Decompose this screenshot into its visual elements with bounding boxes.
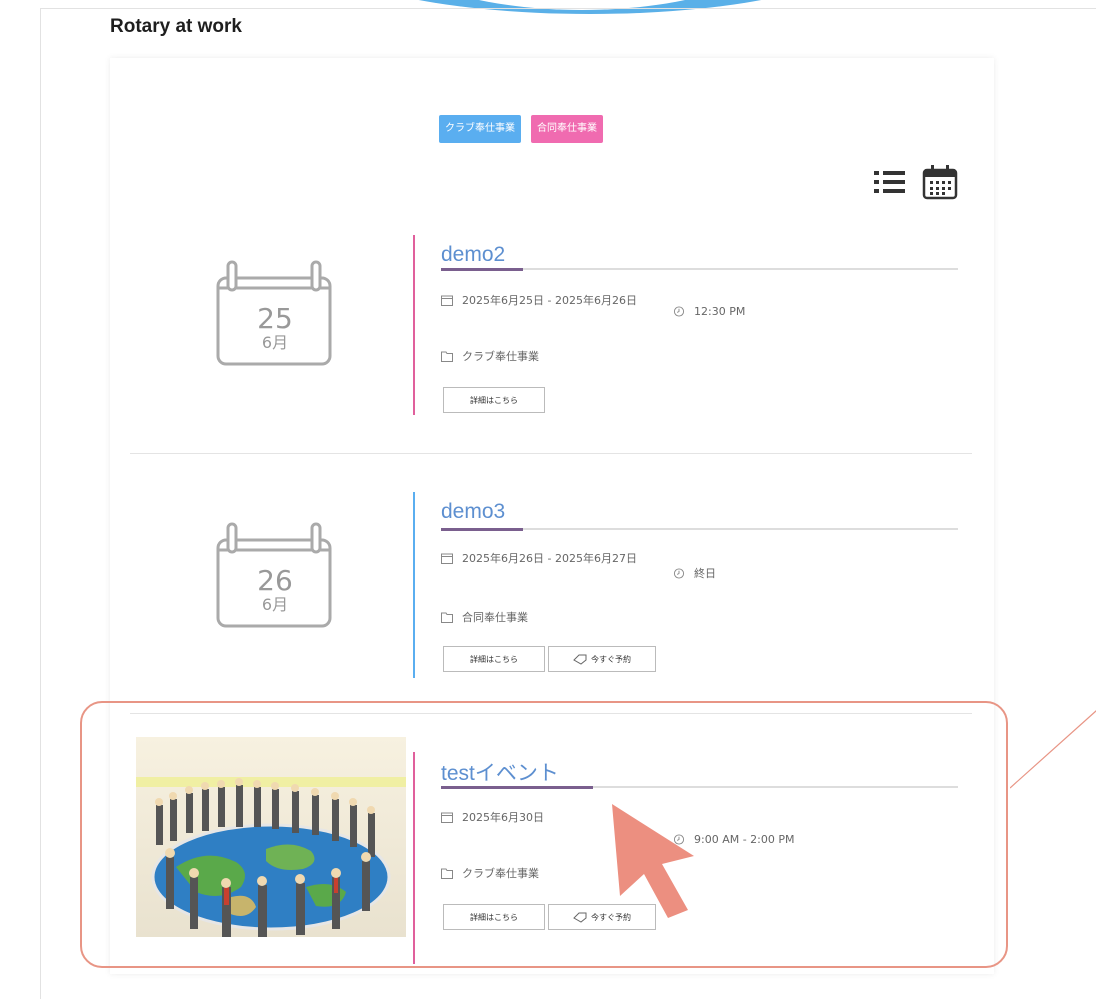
category-filters: クラブ奉仕事業 合同奉仕事業 (439, 115, 603, 143)
highlight-outline (80, 701, 1008, 968)
view-toggle (872, 164, 958, 200)
event-2-details-button[interactable]: 詳細はこちら (443, 646, 545, 672)
event-2-time: 終日 (673, 565, 716, 581)
filter-joint-service[interactable]: 合同奉仕事業 (531, 115, 603, 143)
event-1-month: 6月 (262, 333, 288, 352)
folder-icon (441, 612, 453, 623)
date-icon-event-2: 26 6月 (216, 522, 332, 628)
event-1-category: クラブ奉仕事業 (441, 348, 539, 364)
event-2-reserve-button[interactable]: 今すぐ予約 (548, 646, 656, 672)
filter-club-service[interactable]: クラブ奉仕事業 (439, 115, 521, 143)
calendar-view-icon[interactable] (922, 164, 958, 200)
clock-icon (673, 567, 685, 579)
event-2-day: 26 (257, 564, 293, 597)
event-2-accent-bar (413, 492, 415, 678)
event-1-details-button[interactable]: 詳細はこちら (443, 387, 545, 413)
section-title: Rotary at work (110, 16, 242, 37)
list-view-icon[interactable] (872, 167, 908, 197)
ticket-icon (573, 654, 587, 665)
event-2-category: 合同奉仕事業 (441, 609, 528, 625)
event-2: demo3 2025年6月26日 - 2025年6月27日 終日 合同奉仕事業 … (413, 492, 958, 678)
event-1-date: 2025年6月25日 - 2025年6月26日 (441, 292, 637, 308)
event-1-title[interactable]: demo2 (441, 243, 505, 267)
event-1-day: 25 (257, 302, 293, 335)
clock-icon (673, 306, 685, 317)
event-1-time: 12:30 PM (673, 305, 745, 318)
callout-line (1010, 710, 1096, 789)
folder-icon (441, 351, 453, 362)
event-1: demo2 2025年6月25日 - 2025年6月26日 12:30 PM ク… (413, 235, 958, 415)
pointer-arrow-icon (612, 804, 694, 918)
event-2-month: 6月 (262, 595, 288, 614)
calendar-small-icon (441, 295, 453, 306)
date-icon-event-1: 25 6月 (216, 260, 332, 366)
event-2-title[interactable]: demo3 (441, 500, 505, 524)
event-1-accent-bar (413, 235, 415, 415)
calendar-small-icon (441, 553, 453, 564)
event-2-date: 2025年6月26日 - 2025年6月27日 (441, 550, 637, 566)
